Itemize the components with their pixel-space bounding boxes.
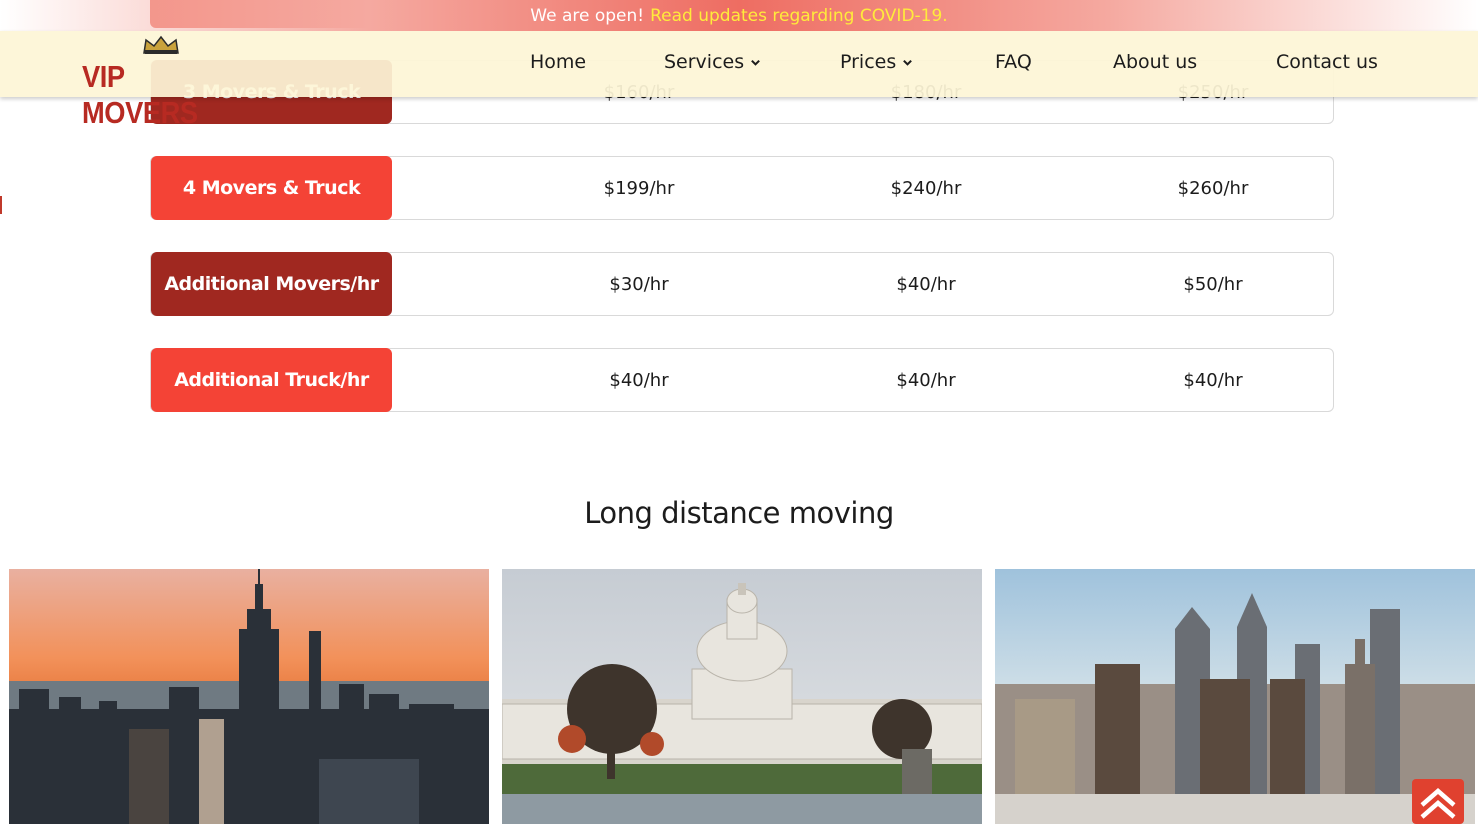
nav-label: Home (530, 51, 587, 73)
covid-banner: We are open! Read updates regarding COVI… (0, 0, 1478, 31)
price-cell: $40/hr (896, 369, 956, 391)
price-cell: $50/hr (1183, 273, 1243, 295)
section-title: Long distance moving (584, 496, 894, 530)
nav-home[interactable]: Home (530, 51, 586, 73)
nav-contact[interactable]: Contact us (1276, 51, 1378, 73)
nav-services[interactable]: Services (664, 51, 761, 73)
chevron-down-icon (751, 59, 761, 66)
chevron-down-icon (903, 59, 913, 66)
price-row-label[interactable]: Additional Truck/hr (151, 348, 392, 412)
logo-text: VIP MOVERS (82, 59, 198, 130)
back-to-top-button[interactable] (1412, 779, 1464, 824)
nav-prices[interactable]: Prices (840, 51, 913, 73)
price-row: Additional Movers/hr $30/hr $40/hr $50/h… (150, 252, 1334, 316)
nav-label: About us (1113, 51, 1198, 73)
price-cell: $240/hr (890, 177, 962, 199)
price-cell: $40/hr (1183, 369, 1243, 391)
nav-about[interactable]: About us (1113, 51, 1197, 73)
price-cell: $199/hr (603, 177, 675, 199)
price-cell: $30/hr (609, 273, 669, 295)
banner-text: We are open! (530, 5, 645, 26)
nav-faq[interactable]: FAQ (995, 51, 1032, 73)
price-row-label[interactable]: Additional Movers/hr (151, 252, 392, 316)
price-row: Additional Truck/hr $40/hr $40/hr $40/hr (150, 348, 1334, 412)
edge-mark (0, 196, 2, 214)
double-chevron-up-icon (1420, 787, 1456, 819)
city-image-washington[interactable] (502, 569, 982, 824)
nav-label: Services (664, 51, 745, 73)
price-cell: $40/hr (609, 369, 669, 391)
logo[interactable]: VIP MOVERS (82, 33, 262, 130)
crown-icon (143, 35, 179, 54)
nav-label: Prices (840, 51, 897, 73)
site-header: VIP MOVERS Home Services Prices FAQ Abou… (0, 31, 1478, 130)
city-image-new-york[interactable] (9, 569, 489, 824)
price-cell: $40/hr (896, 273, 956, 295)
price-row: 4 Movers & Truck $199/hr $240/hr $260/hr (150, 156, 1334, 220)
price-row-label[interactable]: 4 Movers & Truck (151, 156, 392, 220)
city-image-philadelphia[interactable] (995, 569, 1475, 824)
nav-label: Contact us (1276, 51, 1378, 73)
price-cell: $260/hr (1177, 177, 1249, 199)
covid-updates-link[interactable]: Read updates regarding COVID-19. (650, 6, 948, 26)
nav-label: FAQ (995, 51, 1032, 73)
